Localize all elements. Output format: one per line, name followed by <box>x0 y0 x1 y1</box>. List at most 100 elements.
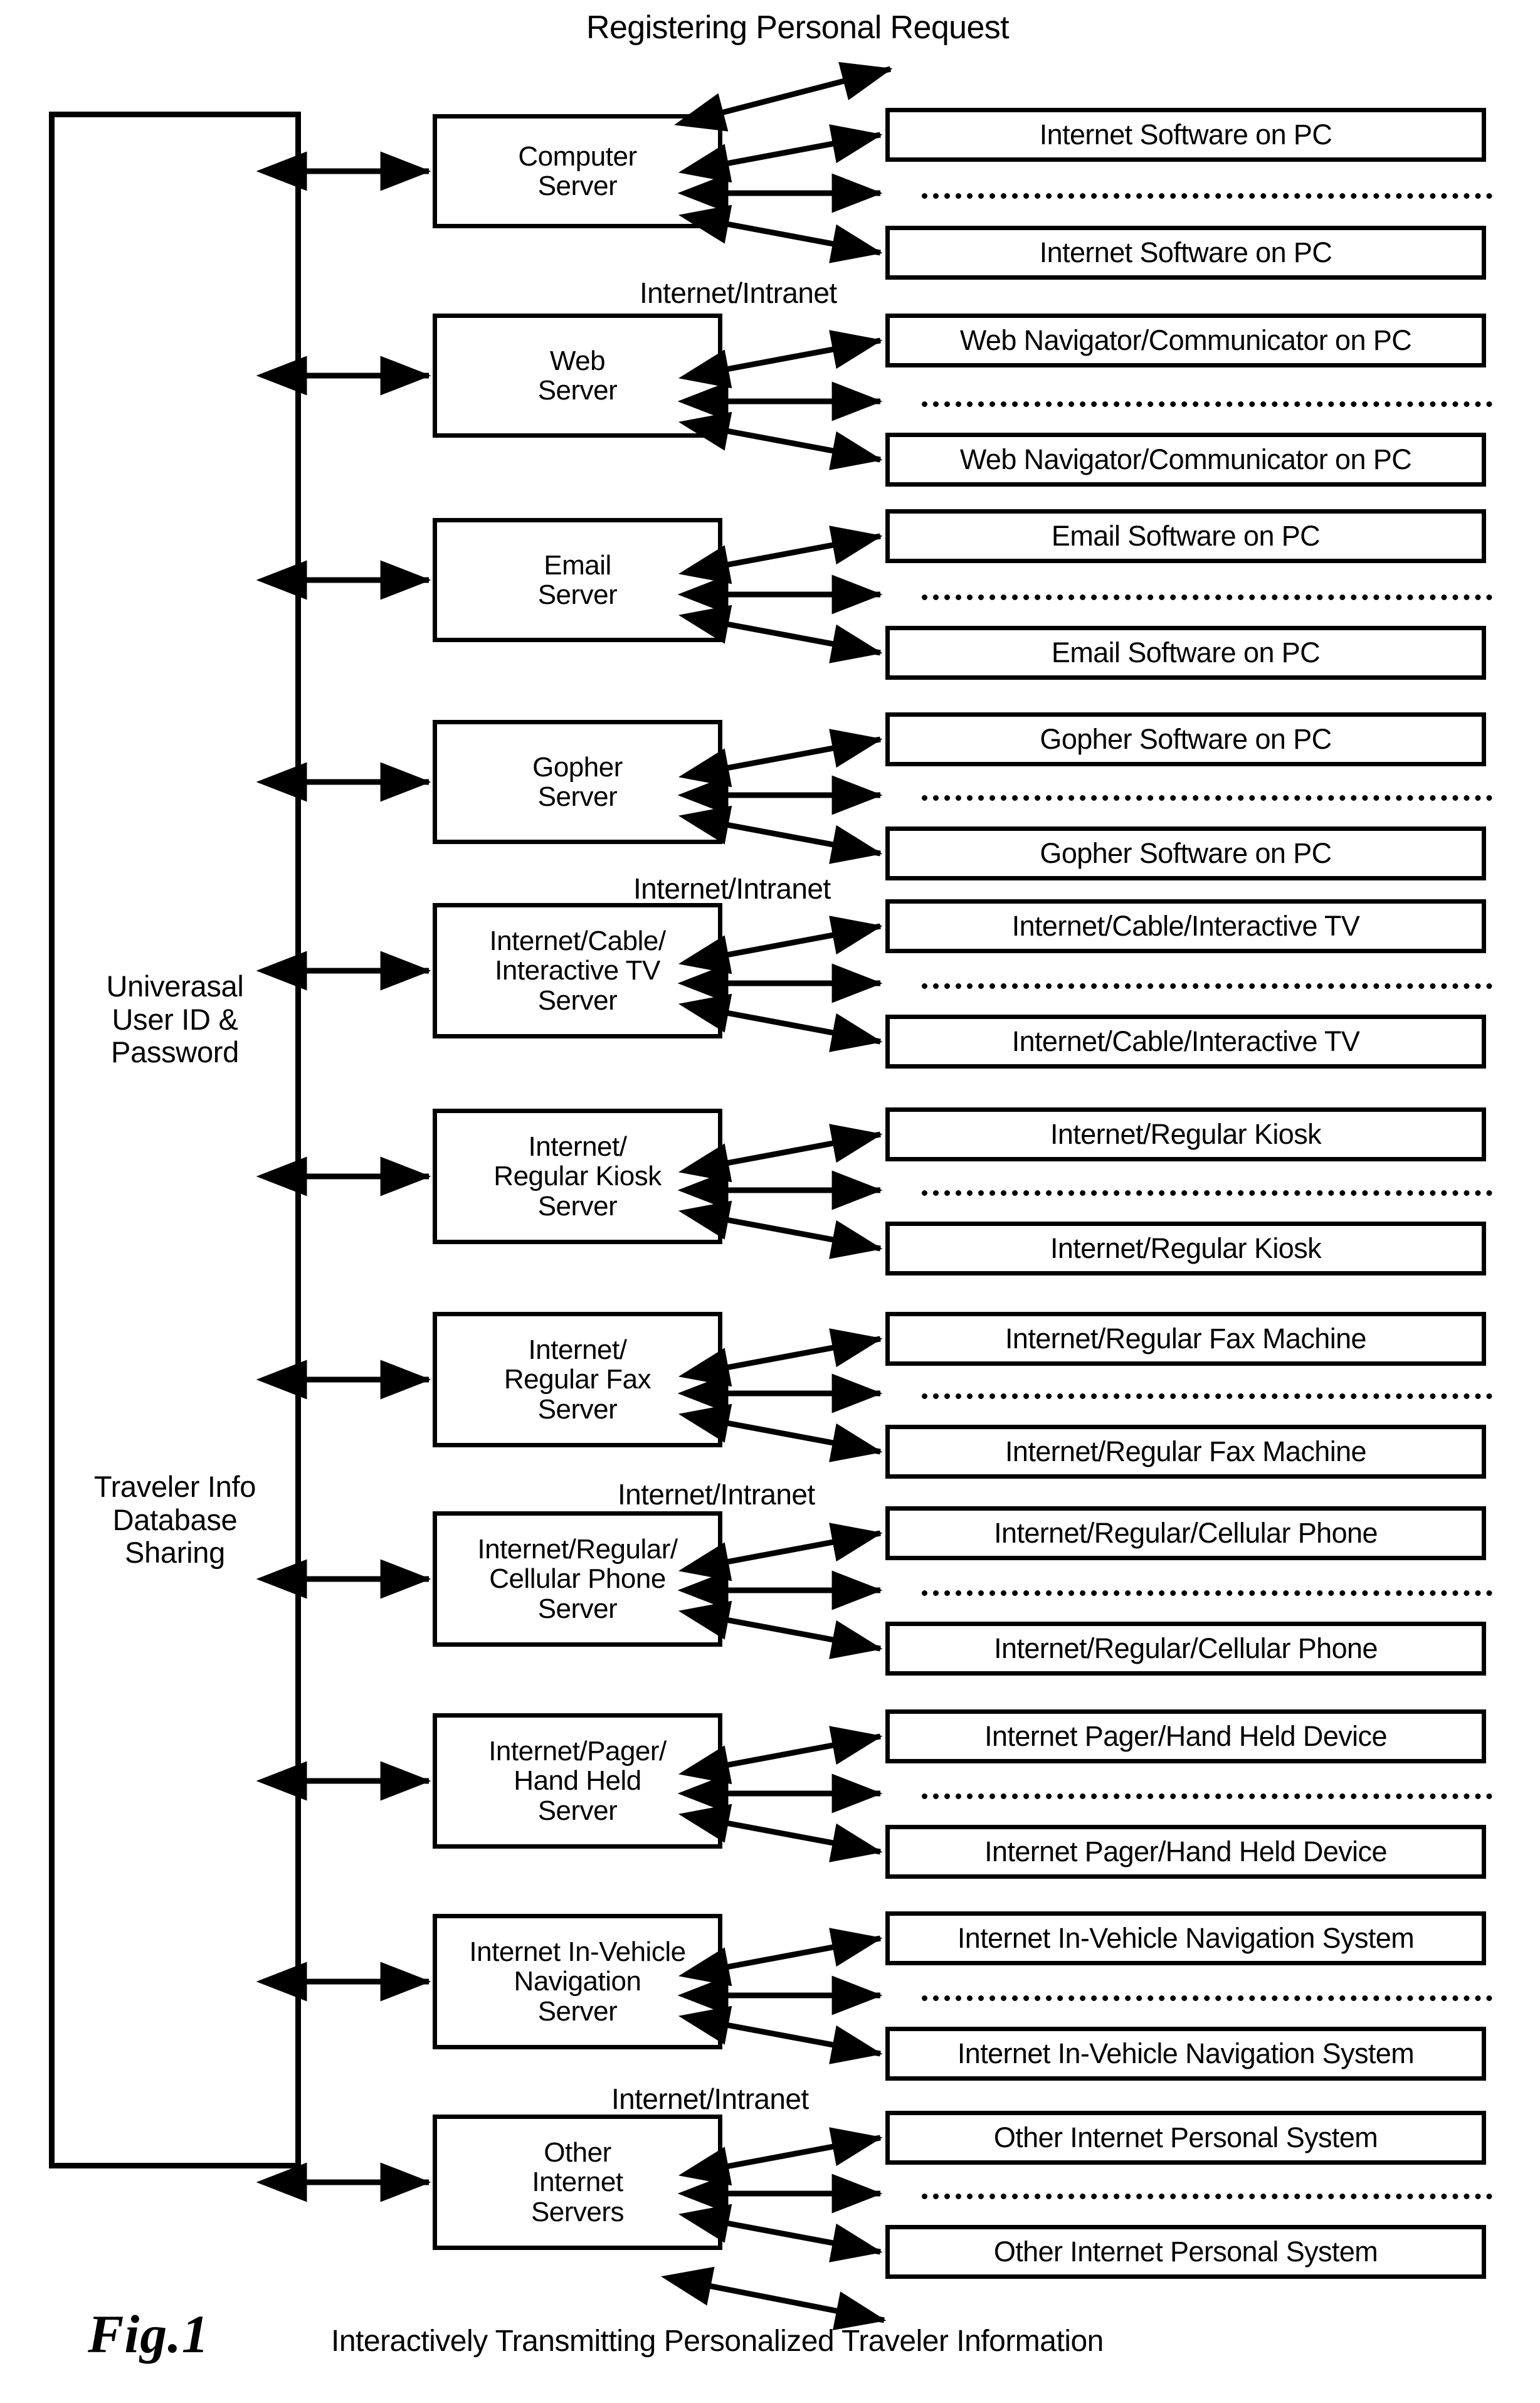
universal-user-id-line-2: User ID & <box>112 1002 238 1036</box>
device-box-bottom-4: Internet/Cable/Interactive TV <box>885 1015 1486 1069</box>
dotted-separator-2 <box>922 594 1492 600</box>
device-box-top-10: Other Internet Personal System <box>885 2111 1486 2165</box>
server-device-top-arrow-2 <box>678 525 883 584</box>
server-label-line: Web <box>549 345 606 376</box>
dotted-separator-4 <box>922 983 1492 989</box>
traveler-info-line-1: Traveler Info <box>93 1470 256 1503</box>
server-device-bottom-arrow-7 <box>678 1600 883 1659</box>
device-label: Internet/Cable/Interactive TV <box>1011 1025 1360 1057</box>
device-label: Internet In-Vehicle Navigation System <box>957 2037 1415 2069</box>
registering-personal-request-label: Registering Personal Request <box>586 9 1010 46</box>
server-device-bottom-arrow-8 <box>678 1804 883 1862</box>
server-box-5: Internet/Regular Kiosk Server <box>433 1109 722 1244</box>
server-box-3: Gopher Server <box>433 720 722 844</box>
server-label-line: Cellular Phone <box>489 1563 666 1595</box>
server-device-bottom-arrow-10 <box>678 2204 883 2263</box>
server-label-line: Hand Held <box>514 1765 641 1797</box>
device-label: Web Navigator/Communicator on PC <box>959 443 1412 475</box>
device-box-bottom-5: Internet/Regular Kiosk <box>885 1222 1486 1275</box>
device-label: Gopher Software on PC <box>1040 722 1332 755</box>
device-label: Email Software on PC <box>1051 636 1321 668</box>
server-label-line: Server <box>537 1995 618 2027</box>
server-label-line: Server <box>537 171 618 201</box>
device-box-top-6: Internet/Regular Fax Machine <box>885 1312 1486 1366</box>
device-box-bottom-10: Other Internet Personal System <box>885 2225 1486 2279</box>
server-label-line: Server <box>537 375 618 406</box>
device-box-bottom-7: Internet/Regular/Cellular Phone <box>885 1622 1486 1676</box>
device-label: Internet/Regular Kiosk <box>1050 1232 1322 1264</box>
device-box-top-9: Internet In-Vehicle Navigation System <box>885 1911 1486 1965</box>
device-box-top-5: Internet/Regular Kiosk <box>885 1107 1486 1161</box>
server-device-top-arrow-1 <box>678 330 883 389</box>
server-box-4: Internet/Cable/Interactive TV Server <box>433 903 722 1038</box>
device-label: Internet/Regular/Cellular Phone <box>994 1516 1378 1549</box>
device-label: Internet Software on PC <box>1039 118 1332 151</box>
device-box-bottom-9: Internet In-Vehicle Navigation System <box>885 2027 1486 2081</box>
dotted-separator-6 <box>922 1393 1492 1399</box>
device-box-bottom-6: Internet/Regular Fax Machine <box>885 1425 1486 1479</box>
device-box-bottom-2: Email Software on PC <box>885 626 1486 680</box>
figure-caption: Interactively Transmitting Personalized … <box>331 2325 1104 2358</box>
server-device-bottom-arrow-1 <box>678 411 883 470</box>
device-label: Internet/Cable/Interactive TV <box>1011 909 1360 942</box>
dotted-separator-7 <box>922 1590 1492 1596</box>
device-label: Gopher Software on PC <box>1040 837 1332 869</box>
server-label-line: Internet <box>532 2167 623 2198</box>
server-device-bottom-arrow-4 <box>678 993 883 1052</box>
server-label-line: Regular Fax <box>504 1364 651 1395</box>
universal-user-id-line-3: Password <box>111 1035 239 1069</box>
server-label-line: Internet/Cable/ <box>489 926 666 957</box>
device-label: Internet/Regular Fax Machine <box>1005 1435 1367 1467</box>
server-box-6: Internet/Regular Fax Server <box>433 1312 722 1447</box>
server-device-bottom-arrow-6 <box>678 1403 883 1462</box>
server-device-top-arrow-6 <box>678 1328 883 1387</box>
registering-personal-request-arrow <box>674 61 893 132</box>
device-label: Internet/Regular Fax Machine <box>1005 1322 1367 1355</box>
server-device-top-arrow-3 <box>678 729 883 788</box>
dotted-separator-1 <box>922 401 1492 407</box>
device-box-top-4: Internet/Cable/Interactive TV <box>885 899 1486 953</box>
caption-bidirectional-arrow <box>661 2266 887 2330</box>
server-label-line: Server <box>537 579 618 610</box>
device-box-top-0: Internet Software on PC <box>885 108 1486 162</box>
dotted-separator-10 <box>922 2194 1492 2199</box>
device-label: Internet Software on PC <box>1039 236 1332 268</box>
device-box-top-7: Internet/Regular/Cellular Phone <box>885 1506 1486 1560</box>
dotted-separator-8 <box>922 1793 1492 1799</box>
server-label-line: Computer <box>518 140 637 172</box>
device-label: Other Internet Personal System <box>993 2235 1378 2268</box>
universal-user-id-line-1: Univerasal <box>106 969 244 1003</box>
internet-intranet-label-4: Internet/Intranet <box>633 872 831 905</box>
server-device-bottom-arrow-9 <box>678 2005 883 2064</box>
traveler-info-line-2: Database <box>112 1503 238 1536</box>
device-label: Internet Pager/Hand Held Device <box>984 1719 1387 1752</box>
server-device-top-arrow-7 <box>678 1523 883 1582</box>
internet-intranet-label-7: Internet/Intranet <box>618 1478 815 1511</box>
server-label-line: Server <box>537 985 618 1016</box>
server-label-line: Internet/Regular/ <box>477 1534 678 1565</box>
dotted-separator-9 <box>922 1995 1492 2001</box>
server-label-line: Internet In-Vehicle <box>469 1936 686 1968</box>
device-box-bottom-1: Web Navigator/Communicator on PC <box>885 433 1486 487</box>
server-box-8: Internet/Pager/Hand Held Server <box>433 1713 722 1849</box>
internet-intranet-label-1: Internet/Intranet <box>640 277 837 309</box>
server-label-line: Server <box>537 781 618 812</box>
server-label-line: Internet/Pager/ <box>488 1736 667 1767</box>
server-device-bottom-arrow-0 <box>678 204 883 263</box>
server-box-1: Web Server <box>433 314 722 438</box>
device-label: Internet/Regular Kiosk <box>1050 1117 1322 1150</box>
server-label-line: Server <box>537 1393 618 1425</box>
device-box-top-3: Gopher Software on PC <box>885 712 1486 766</box>
server-label-line: Regular Kiosk <box>493 1161 662 1192</box>
device-label: Internet/Regular/Cellular Phone <box>994 1632 1378 1664</box>
server-box-9: Internet In-Vehicle Navigation Server <box>433 1914 722 2049</box>
server-label-line: Server <box>537 1190 618 1222</box>
server-label-line: Internet/ <box>528 1334 627 1366</box>
device-box-bottom-3: Gopher Software on PC <box>885 827 1486 880</box>
device-box-top-8: Internet Pager/Hand Held Device <box>885 1709 1486 1763</box>
traveler-info-database-label: Traveler Info Database Sharing <box>55 1470 295 1570</box>
device-box-bottom-8: Internet Pager/Hand Held Device <box>885 1825 1486 1879</box>
server-box-10: Other Internet Servers <box>433 2115 722 2250</box>
server-label-line: Navigation <box>514 1966 641 1997</box>
dotted-separator-3 <box>922 795 1492 801</box>
